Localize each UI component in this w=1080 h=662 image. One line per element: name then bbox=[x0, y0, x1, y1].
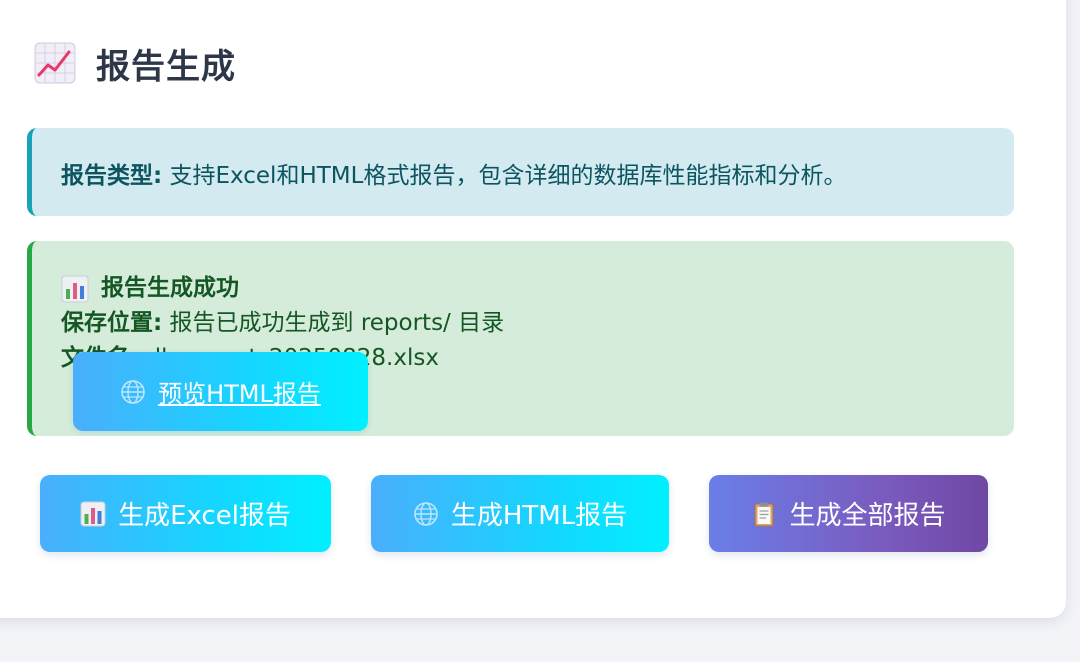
preview-button-label: 预览HTML报告 bbox=[158, 380, 321, 408]
generate-all-reports-button[interactable]: 生成全部报告 bbox=[709, 475, 988, 552]
globe-icon bbox=[121, 379, 145, 404]
save-location-text: 报告已成功生成到 reports/ 目录 bbox=[162, 310, 505, 336]
chart-increasing-icon bbox=[34, 42, 76, 84]
clipboard-icon bbox=[754, 502, 774, 526]
section-header: 报告生成 bbox=[34, 40, 236, 87]
generate-html-report-button[interactable]: 生成HTML报告 bbox=[371, 475, 669, 552]
success-heading-row: 报告生成成功 bbox=[61, 271, 1014, 306]
generate-html-label: 生成HTML报告 bbox=[450, 501, 628, 531]
save-location-line: 保存位置: 报告已成功生成到 reports/ 目录 bbox=[61, 306, 1014, 341]
generate-excel-label: 生成Excel报告 bbox=[118, 501, 291, 531]
info-alert-text: 支持Excel和HTML格式报告，包含详细的数据库性能指标和分析。 bbox=[162, 163, 847, 189]
generate-all-label: 生成全部报告 bbox=[789, 501, 946, 531]
success-heading: 报告生成成功 bbox=[101, 275, 239, 301]
preview-html-report-button[interactable]: 预览HTML报告 bbox=[73, 352, 368, 431]
info-alert: 报告类型: 支持Excel和HTML格式报告，包含详细的数据库性能指标和分析。 bbox=[27, 128, 1014, 216]
globe-icon bbox=[414, 501, 438, 526]
section-title: 报告生成 bbox=[96, 46, 236, 87]
save-location-label: 保存位置: bbox=[61, 310, 163, 336]
info-alert-label: 报告类型: bbox=[61, 163, 163, 189]
bar-chart-icon bbox=[61, 275, 89, 302]
bar-chart-icon bbox=[80, 501, 106, 526]
generate-excel-report-button[interactable]: 生成Excel报告 bbox=[40, 475, 331, 552]
